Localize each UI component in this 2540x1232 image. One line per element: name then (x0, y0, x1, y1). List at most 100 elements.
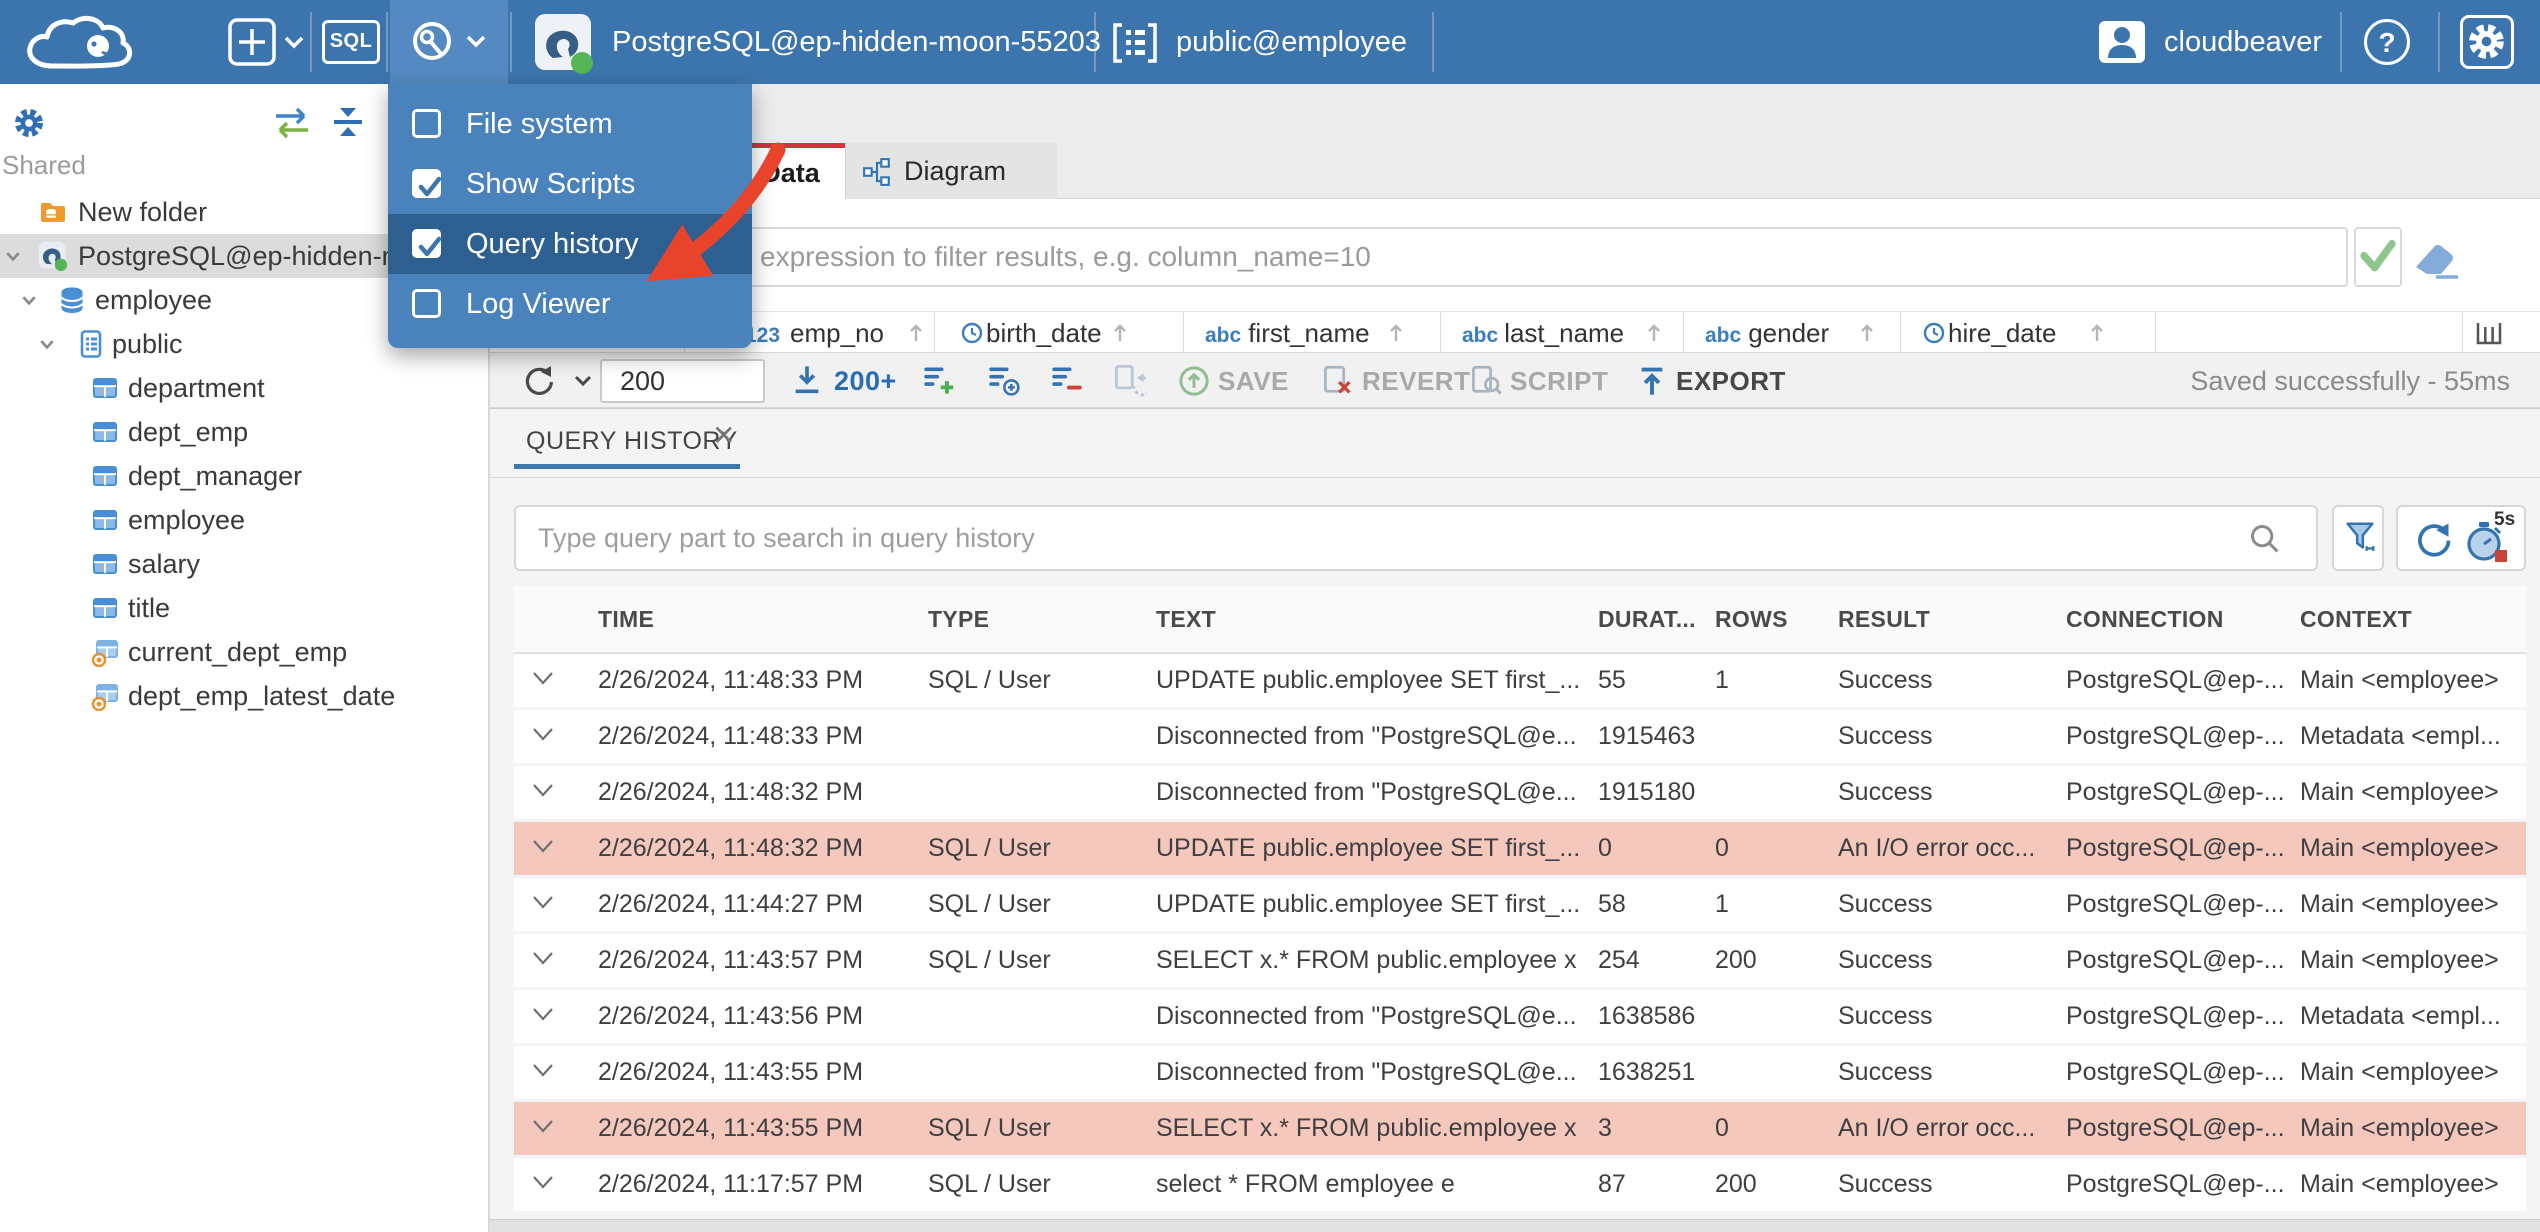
menu-item-log-viewer[interactable]: Log Viewer (388, 274, 752, 334)
save-icon[interactable] (1178, 365, 1210, 397)
refresh-button[interactable] (520, 363, 604, 399)
tree-item-dept-emp-latest-date[interactable]: dept_emp_latest_date (0, 674, 490, 718)
query-history-row[interactable]: 2/26/2024, 11:43:57 PM SQL / User SELECT x… (514, 934, 2526, 987)
history-column-header-text[interactable]: TEXT (1140, 606, 1582, 633)
schema-path[interactable]: public@employee (1176, 0, 1407, 84)
query-history-row[interactable]: 2/26/2024, 11:44:27 PM SQL / User UPDATE p… (514, 878, 2526, 931)
username[interactable]: cloudbeaver (2164, 0, 2322, 84)
history-column-header-context[interactable]: CONTEXT (2284, 606, 2526, 633)
menu-item-query-history[interactable]: Query history (388, 214, 752, 274)
columns-config-icon[interactable] (2474, 320, 2504, 346)
checkbox-unchecked-icon[interactable] (412, 289, 441, 318)
apply-filter-button[interactable] (2354, 227, 2402, 287)
expand-row-chevron-icon[interactable] (514, 832, 582, 865)
sort-icon[interactable] (1857, 324, 1877, 346)
tree-item-current-dept-emp[interactable]: current_dept_emp (0, 630, 490, 674)
script-icon[interactable] (1470, 365, 1502, 397)
script-button[interactable]: SCRIPT (1510, 353, 1608, 409)
tools-icon[interactable] (408, 18, 494, 66)
filter-history-button[interactable] (2332, 505, 2384, 571)
horizontal-scrollbar[interactable] (490, 1219, 2540, 1232)
expand-row-chevron-icon[interactable] (514, 888, 582, 921)
query-history-row[interactable]: 2/26/2024, 11:43:55 PM Disconnected from … (514, 1046, 2526, 1099)
sort-icon[interactable] (906, 324, 926, 346)
checkbox-unchecked-icon[interactable] (412, 109, 441, 138)
grid-column-header-birth-date[interactable]: birth_date (960, 318, 1130, 349)
sql-editor-button[interactable]: SQL (322, 20, 380, 64)
export-button[interactable]: EXPORT (1676, 353, 1786, 409)
query-history-row[interactable]: 2/26/2024, 11:43:55 PM SQL / User SELECT x… (514, 1102, 2526, 1155)
chevron-down-icon[interactable] (20, 291, 38, 309)
navigator-settings-gear-icon[interactable] (10, 104, 48, 142)
export-icon[interactable] (1636, 365, 1668, 397)
new-connection-button[interactable] (228, 18, 306, 66)
grid-column-header-emp-no[interactable]: 123 emp_no (745, 318, 926, 349)
tree-item-title[interactable]: title (0, 586, 490, 630)
query-history-search-input[interactable] (514, 505, 2318, 571)
history-column-header-durat[interactable]: DURAT... (1582, 606, 1699, 633)
grid-column-header-hire-date[interactable]: hire_date (1922, 318, 2107, 349)
query-history-row[interactable]: 2/26/2024, 11:48:32 PM Disconnected from … (514, 766, 2526, 819)
tree-item-department[interactable]: department (0, 366, 490, 410)
grid-column-header-first-name[interactable]: abc first_name (1205, 318, 1406, 349)
query-history-row[interactable]: 2/26/2024, 11:48:32 PM SQL / User UPDATE p… (514, 822, 2526, 875)
menu-item-show-scripts[interactable]: Show Scripts (388, 154, 752, 214)
sync-connection-icon[interactable] (270, 106, 314, 140)
expand-row-chevron-icon[interactable] (514, 1000, 582, 1033)
expand-row-chevron-icon[interactable] (514, 1168, 582, 1201)
settings-button[interactable] (2460, 15, 2514, 69)
tree-item-dept-manager[interactable]: dept_manager (0, 454, 490, 498)
query-history-tab[interactable]: QUERY HISTORY (526, 427, 738, 456)
sort-icon[interactable] (1386, 324, 1406, 346)
fetch-more-button[interactable]: 200+ (834, 353, 897, 409)
history-column-header-result[interactable]: RESULT (1822, 606, 2050, 633)
filter-expression-input[interactable] (500, 227, 2348, 287)
query-history-row[interactable]: 2/26/2024, 11:48:33 PM SQL / User UPDATE p… (514, 654, 2526, 707)
history-column-header-type[interactable]: TYPE (912, 606, 1140, 633)
fetch-more-icon[interactable] (790, 363, 824, 397)
chevron-down-icon[interactable] (4, 247, 22, 265)
sort-icon[interactable] (1110, 324, 1130, 346)
cloudbeaver-logo-icon[interactable] (22, 10, 182, 74)
expand-row-chevron-icon[interactable] (514, 944, 582, 977)
query-history-row[interactable]: 2/26/2024, 11:43:56 PM Disconnected from … (514, 990, 2526, 1043)
delete-row-icon[interactable] (1050, 363, 1084, 397)
collapse-all-icon[interactable] (328, 104, 368, 140)
row-limit-input[interactable] (600, 359, 765, 403)
grid-column-header-last-name[interactable]: abc last_name (1462, 318, 1664, 349)
connection-name[interactable]: PostgreSQL@ep-hidden-moon-55203 (612, 0, 1101, 84)
clear-filter-eraser-icon[interactable] (2410, 237, 2464, 281)
history-column-header-rows[interactable]: ROWS (1699, 606, 1822, 633)
revert-button[interactable]: REVERT (1362, 353, 1470, 409)
auto-refresh-script-icon[interactable] (1113, 363, 1147, 397)
query-history-row[interactable]: 2/26/2024, 11:48:33 PM Disconnected from … (514, 710, 2526, 763)
history-column-header-time[interactable]: TIME (582, 606, 912, 633)
checkbox-checked-icon[interactable] (412, 169, 442, 198)
tree-item-dept-emp[interactable]: dept_emp (0, 410, 490, 454)
duplicate-row-icon[interactable] (987, 363, 1021, 397)
chevron-down-icon[interactable] (38, 335, 56, 353)
user-avatar-icon[interactable] (2098, 20, 2146, 64)
menu-item-file-system[interactable]: File system (388, 94, 752, 154)
close-icon[interactable]: ✕ (712, 419, 735, 452)
history-column-header-connection[interactable]: CONNECTION (2050, 606, 2284, 633)
checkbox-checked-icon[interactable] (412, 229, 442, 258)
tree-item-employee[interactable]: employee (0, 498, 490, 542)
refresh-history-icon[interactable] (2410, 518, 2454, 562)
expand-row-chevron-icon[interactable] (514, 1056, 582, 1089)
sort-icon[interactable] (1644, 324, 1664, 346)
revert-icon[interactable] (1322, 365, 1354, 397)
expand-row-chevron-icon[interactable] (514, 776, 582, 809)
sort-icon[interactable] (2087, 324, 2107, 346)
tree-item-salary[interactable]: salary (0, 542, 490, 586)
add-row-icon[interactable] (922, 363, 956, 397)
tab-diagram[interactable]: Diagram (845, 143, 1057, 199)
schema-selector-icon[interactable] (1112, 22, 1158, 64)
grid-column-header-gender[interactable]: abc gender (1705, 318, 1877, 349)
expand-row-chevron-icon[interactable] (514, 664, 582, 697)
tab-data[interactable]: Data (736, 143, 845, 199)
help-button[interactable]: ? (2364, 19, 2410, 65)
save-button[interactable]: SAVE (1218, 353, 1289, 409)
expand-row-chevron-icon[interactable] (514, 720, 582, 753)
expand-row-chevron-icon[interactable] (514, 1112, 582, 1145)
